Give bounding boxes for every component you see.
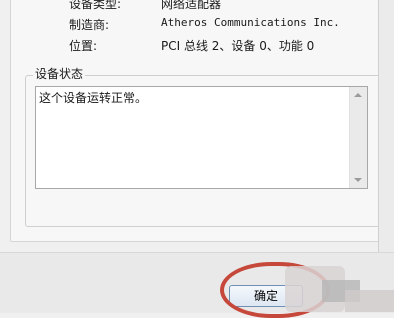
location-value: PCI 总线 2、设备 0、功能 0 [161,39,315,53]
status-scrollbar[interactable] [349,87,367,188]
device-type-label: 设备类型: [69,0,122,11]
device-status-textbox[interactable]: 这个设备运转正常。 [35,86,368,189]
device-status-title: 设备状态 [33,67,86,81]
manufacturer-value: Atheros Communications Inc. [161,16,340,29]
scroll-up-arrow-icon[interactable] [354,93,362,97]
device-type-value: 网络适配器 [161,0,222,11]
window-edge [378,0,394,252]
device-status-text: 这个设备运转正常。 [39,91,148,105]
blurred-region [345,290,394,312]
location-label: 位置: [69,39,98,53]
general-tab-panel: 设备类型: 网络适配器 制造商: Atheros Communications … [10,0,381,242]
manufacturer-label: 制造商: [69,18,110,32]
scroll-down-arrow-icon[interactable] [354,178,362,182]
